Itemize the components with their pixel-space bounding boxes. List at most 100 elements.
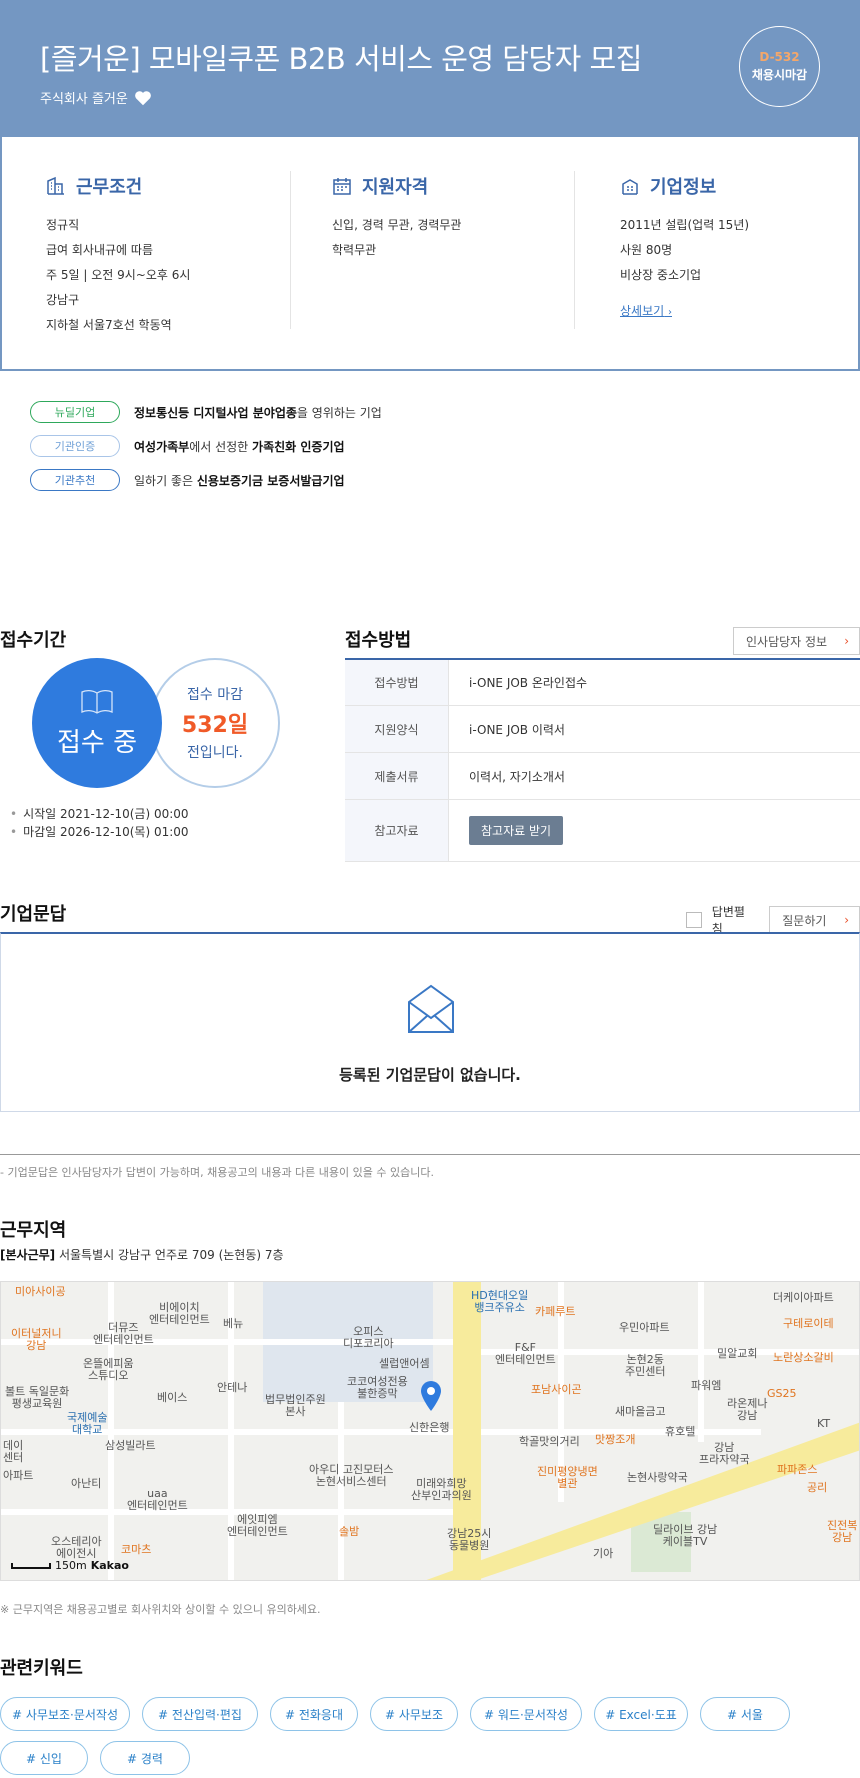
job-title: [즐거운] 모바일쿠폰 B2B 서비스 운영 담당자 모집 bbox=[40, 42, 642, 76]
end-date: 마감일 2026-12-10(목) 01:00 bbox=[10, 823, 188, 841]
map-note: ※ 근무지역은 채용공고별로 회사위치와 상이할 수 있으니 유의하세요. bbox=[0, 1603, 321, 1616]
map-poi-label[interactable]: 강남25시 동물병원 bbox=[447, 1528, 491, 1552]
chevron-right-icon: › bbox=[844, 634, 849, 648]
download-reference-button[interactable]: 참고자료 받기 bbox=[469, 816, 564, 845]
row-value: 참고자료 받기 bbox=[449, 800, 860, 861]
badge-bold: 가족친화 인증기업 bbox=[252, 439, 345, 454]
map-poi-label[interactable]: 법무법인주원 본사 bbox=[265, 1394, 326, 1418]
keyword-row: # 신입 # 경력 bbox=[0, 1741, 860, 1775]
map-poi-label[interactable]: HD현대오일 뱅크주유소 bbox=[471, 1290, 528, 1314]
conditions-title: 근무조건 bbox=[76, 177, 143, 198]
qualifications-column: 지원자격 신입, 경력 무관, 경력무관 학력무관 bbox=[332, 173, 461, 263]
company-detail-link-label: 상세보기 bbox=[620, 304, 665, 318]
map-poi-label[interactable]: 오피스 디포코리아 bbox=[343, 1326, 394, 1350]
map-poi-label[interactable]: 베이스 bbox=[157, 1392, 187, 1404]
expand-answers-checkbox[interactable] bbox=[686, 912, 702, 928]
qa-note: - 기업문답은 인사담당자가 답변이 가능하며, 채용공고의 내용과 다른 내용… bbox=[0, 1166, 434, 1179]
keyword-tag[interactable]: # 사무보조·문서작성 bbox=[0, 1697, 130, 1731]
company-detail-link[interactable]: 상세보기 › bbox=[620, 302, 672, 319]
map-poi-label[interactable]: 오스테리아 에이전시 bbox=[51, 1536, 102, 1560]
map-poi-label[interactable]: 데이 센터 bbox=[3, 1440, 23, 1464]
map-poi-label[interactable]: 구테로이테 bbox=[783, 1318, 834, 1330]
work-address: [본사근무] 서울특별시 강남구 언주로 709 (논현동) 7층 bbox=[0, 1246, 284, 1263]
map-poi-label[interactable]: 코코여성전용 불한증막 bbox=[347, 1376, 408, 1400]
keyword-tag[interactable]: # 신입 bbox=[0, 1741, 88, 1775]
qa-empty-message: 등록된 기업문답이 없습니다. bbox=[339, 1066, 521, 1084]
keyword-tag[interactable]: # 워드·문서작성 bbox=[470, 1697, 582, 1731]
map-poi-label[interactable]: 볼트 독일문화 평생교육원 bbox=[5, 1386, 69, 1410]
badge-post: 을 영위하는 기업 bbox=[296, 405, 382, 420]
map-poi-label[interactable]: 비에이치 엔터테인먼트 bbox=[149, 1302, 210, 1326]
keyword-tag[interactable]: # 전산입력·편집 bbox=[142, 1697, 258, 1731]
map-poi-label[interactable]: 맛짱조개 bbox=[595, 1434, 635, 1446]
map-poi-label[interactable]: 파파존스 bbox=[777, 1464, 817, 1476]
map-poi-label[interactable]: 아우디 고진모터스 논현서비스센터 bbox=[309, 1464, 393, 1488]
qa-title: 기업문답 bbox=[0, 904, 67, 925]
map-poi-label[interactable]: 진전복 강남 bbox=[827, 1520, 857, 1544]
map-poi-label[interactable]: 공리 bbox=[807, 1482, 827, 1494]
period-dates: 시작일 2021-12-10(금) 00:00 마감일 2026-12-10(목… bbox=[10, 805, 188, 841]
company-info-column: 기업정보 2011년 설립(업력 15년) 사원 80명 비상장 중소기업 상세… bbox=[620, 173, 749, 319]
address-text: 서울특별시 강남구 언주로 709 (논현동) 7층 bbox=[58, 1248, 284, 1262]
map-poi-label[interactable]: 솔밤 bbox=[339, 1526, 359, 1538]
map-poi-label[interactable]: 포남사이곤 bbox=[531, 1384, 582, 1396]
map-poi-label[interactable]: F&F 엔터테인먼트 bbox=[495, 1342, 556, 1366]
map-poi-label[interactable]: 베뉴 bbox=[223, 1318, 243, 1330]
map-poi-label[interactable]: 안테나 bbox=[217, 1382, 247, 1394]
list-item: 지하철 서울7호선 학동역 bbox=[46, 318, 172, 332]
map-poi-label[interactable]: 이터널저니 강남 bbox=[11, 1328, 62, 1352]
map-poi-label[interactable]: 아난티 bbox=[71, 1478, 101, 1490]
map-poi-label[interactable]: 우민아파트 bbox=[619, 1322, 670, 1334]
map-poi-label[interactable]: 기아 bbox=[593, 1548, 613, 1560]
map-poi-label[interactable]: 아파트 bbox=[3, 1470, 33, 1482]
heart-icon[interactable] bbox=[134, 90, 152, 106]
map-poi-label[interactable]: 카페루트 bbox=[535, 1306, 575, 1318]
map-poi-label[interactable]: 미래와희망 산부인과의원 bbox=[411, 1478, 472, 1502]
map-poi-label[interactable]: 새마을금고 bbox=[615, 1406, 666, 1418]
map-poi-label[interactable]: 온뜰에피움 스튜디오 bbox=[83, 1358, 134, 1382]
map-poi-label[interactable]: 논현2동 주민센터 bbox=[625, 1354, 665, 1378]
keyword-tag[interactable]: # 사무보조 bbox=[370, 1697, 458, 1731]
map-poi-label[interactable]: KT bbox=[817, 1418, 830, 1430]
map-poi-label[interactable]: 미아사이공 bbox=[15, 1286, 66, 1298]
map-poi-label[interactable]: 파워엠 bbox=[691, 1380, 721, 1392]
address-label: [본사근무] bbox=[0, 1248, 56, 1262]
hr-contact-label: 인사담당자 정보 bbox=[746, 634, 828, 649]
map-poi-label[interactable]: GS25 bbox=[767, 1388, 797, 1400]
map-poi-label[interactable]: 진미평양냉면 별관 bbox=[537, 1466, 598, 1490]
map-poi-label[interactable]: 딜라이브 강남 케이블TV bbox=[653, 1524, 717, 1548]
map-poi-label[interactable]: 라온제나 강남 bbox=[727, 1398, 767, 1422]
deadline-label: 접수 마감 bbox=[187, 687, 243, 703]
method-table: 접수방법 i-ONE JOB 온라인접수 지원양식 i-ONE JOB 이력서 … bbox=[345, 658, 860, 862]
keyword-tag[interactable]: # 전화응대 bbox=[270, 1697, 358, 1731]
map-poi-label[interactable]: 노란상소갈비 bbox=[773, 1352, 834, 1364]
map-poi-label[interactable]: 코마츠 bbox=[121, 1544, 151, 1556]
map-poi-label[interactable]: 신한은행 bbox=[409, 1422, 449, 1434]
map-poi-label[interactable]: 삼성빌라트 bbox=[105, 1440, 156, 1452]
map-poi-label[interactable]: 학골맛의거리 bbox=[519, 1436, 580, 1448]
location-map[interactable]: 미아사이공비에이치 엔터테인먼트 더뮤즈 엔터테인먼트 이터널저니 강남온뜰에피움 스튜디오… bbox=[0, 1281, 860, 1581]
list-item: 비상장 중소기업 bbox=[620, 268, 702, 282]
keyword-tag[interactable]: # 경력 bbox=[100, 1741, 190, 1775]
badge-mid: 에서 선정한 bbox=[189, 439, 253, 454]
map-poi-label[interactable]: 휴호텔 bbox=[665, 1426, 695, 1438]
company-name[interactable]: 주식회사 즐거운 bbox=[40, 88, 128, 107]
ask-question-button[interactable]: 질문하기 › bbox=[769, 906, 860, 934]
map-poi-label[interactable]: 더뮤즈 엔터테인먼트 bbox=[93, 1322, 154, 1346]
keyword-tag[interactable]: # Excel·도표 bbox=[594, 1697, 688, 1731]
calendar-icon bbox=[333, 178, 351, 195]
map-poi-label[interactable]: 밀알교회 bbox=[717, 1348, 757, 1360]
keyword-tag[interactable]: # 서울 bbox=[700, 1697, 790, 1731]
list-item: 2011년 설립(업력 15년) bbox=[620, 218, 750, 232]
divider bbox=[290, 171, 291, 329]
map-poi-label[interactable]: uaa 엔터테인먼트 bbox=[127, 1488, 188, 1512]
map-poi-label[interactable]: 강남 프라자약국 bbox=[699, 1442, 750, 1466]
map-poi-label[interactable]: 더케이아파트 bbox=[773, 1292, 834, 1304]
map-poi-label[interactable]: 논현사랑약국 bbox=[627, 1472, 688, 1484]
row-key: 접수방법 bbox=[345, 660, 449, 705]
map-poi-label[interactable]: 셀럽앤어셈 bbox=[379, 1358, 430, 1370]
hr-contact-button[interactable]: 인사담당자 정보 › bbox=[733, 627, 860, 655]
recommend-badge: 기관추천 bbox=[30, 469, 120, 491]
map-poi-label[interactable]: 국제예술 대학교 bbox=[67, 1412, 107, 1436]
map-poi-label[interactable]: 에잇피엠 엔터테인먼트 bbox=[227, 1514, 288, 1538]
